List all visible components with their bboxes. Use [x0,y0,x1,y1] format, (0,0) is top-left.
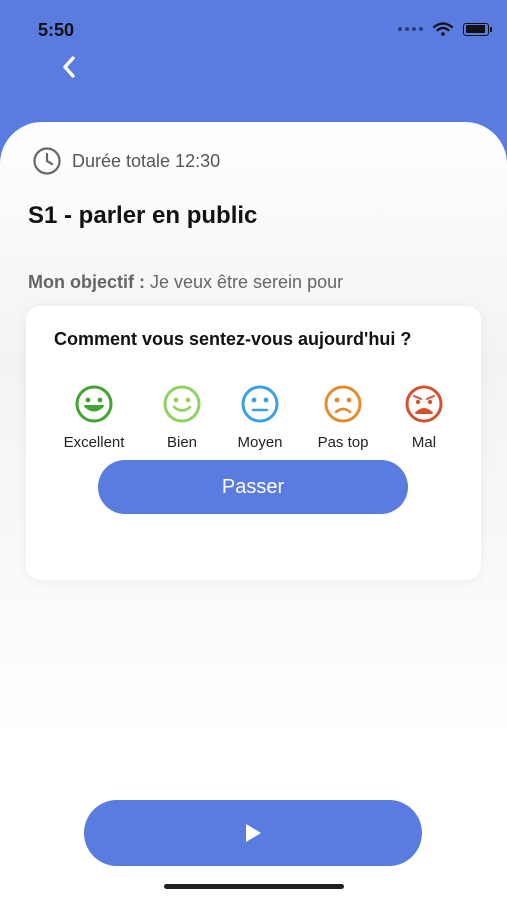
mood-option-moyen[interactable]: Moyen [215,384,305,451]
play-icon [246,824,261,842]
objective-text: Mon objectif : Je veux être serein pour [28,272,343,293]
mood-label: Pas top [317,434,369,451]
duration-label: Durée totale 12:30 [72,150,221,171]
happy-face-icon [163,385,201,423]
mood-option-bien[interactable]: Bien [137,384,227,451]
sad-face-icon [324,385,362,423]
mood-label: Moyen [237,434,283,451]
very-happy-face-icon [75,385,113,423]
status-icons [398,22,492,36]
chevron-left-icon [63,56,75,78]
signal-icon [398,27,423,31]
objective-value: Je veux être serein pour [144,272,344,292]
mood-label: Mal [411,434,437,451]
session-sheet: Durée totale 12:30 S1 - parler en public… [0,122,507,900]
mood-label: Excellent [63,434,125,451]
clock-icon [33,147,61,175]
duration-row: Durée totale 12:30 [32,146,220,176]
battery-icon [463,22,492,36]
skip-button[interactable]: Passer [98,460,408,514]
play-button[interactable] [84,800,422,866]
mood-option-mal[interactable]: Mal [379,384,469,451]
wifi-icon [433,22,453,36]
very-sad-face-icon [405,385,443,423]
objective-label: Mon objectif : [28,272,145,292]
mood-question: Comment vous sentez-vous aujourd'hui ? [54,329,412,349]
home-indicator [164,884,344,889]
mood-option-pas-top[interactable]: Pas top [298,384,388,451]
mood-label: Bien [166,434,198,451]
mood-option-excellent[interactable]: Excellent [49,384,139,451]
neutral-face-icon [241,385,279,423]
session-title: S1 - parler en public [28,202,258,229]
back-button[interactable] [52,50,86,84]
mood-card: Comment vous sentez-vous aujourd'hui ? E… [26,306,481,580]
status-time: 5:50 [38,20,75,40]
